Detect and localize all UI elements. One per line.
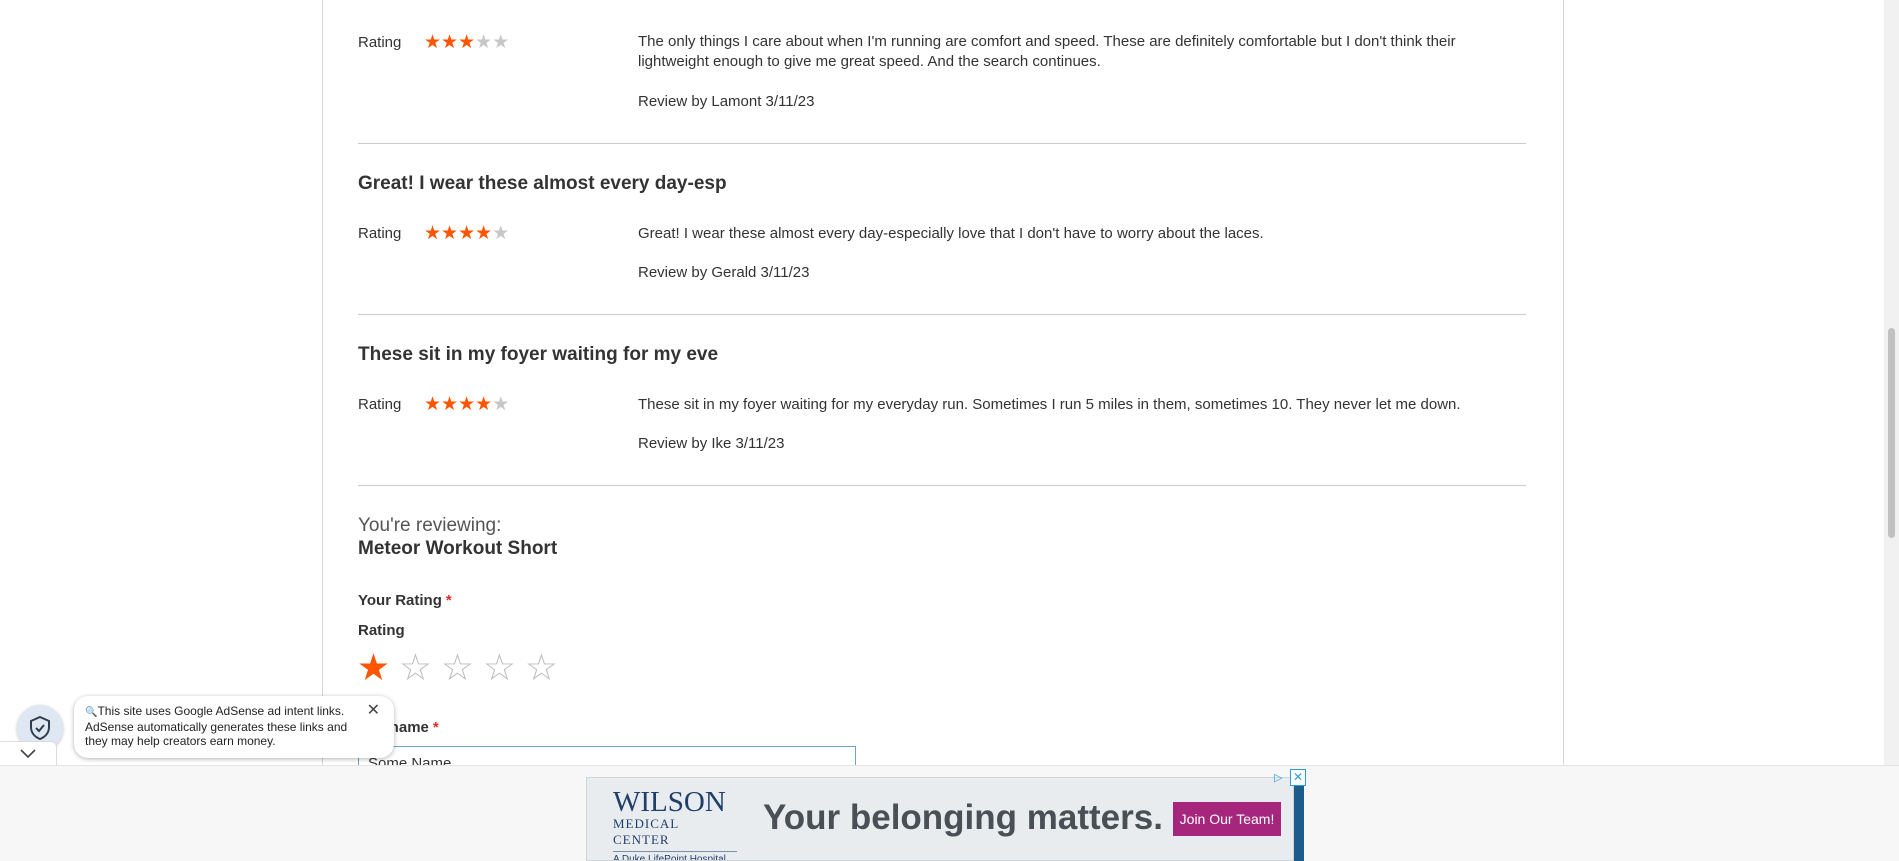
main-content-column: Rating ★★★★★ The only things I care abou… xyxy=(322,0,1564,860)
ad-banner[interactable]: WILSON MEDICAL CENTER A Duke LifePoint H… xyxy=(586,777,1294,861)
collapse-notice-button[interactable] xyxy=(0,741,57,766)
star-empty-icon: ★ xyxy=(492,394,510,415)
star-empty-icon: ★ xyxy=(492,223,510,244)
rating-label: Rating xyxy=(358,34,402,51)
review-author-date: Review by Gerald 3/11/23 xyxy=(638,264,810,281)
rating-label: Rating xyxy=(358,225,402,242)
adsense-notice: 🔍This site uses Google AdSense ad intent… xyxy=(74,696,394,758)
review-item: Rating ★★★★★ The only things I care abou… xyxy=(358,0,1526,144)
review-text: Great! I wear these almost every day-esp… xyxy=(638,225,1264,242)
star-filled-icon: ★ xyxy=(424,223,442,244)
scrollbar-thumb[interactable] xyxy=(1888,328,1895,538)
rating-label: Rating xyxy=(358,396,402,413)
star-filled-icon: ★ xyxy=(424,394,442,415)
rating-field-label: Rating xyxy=(358,622,405,639)
review-item: These sit in my foyer waiting for my eve… xyxy=(358,314,1526,486)
ad-logo-line1: WILSON xyxy=(613,786,726,818)
required-marker: * xyxy=(432,719,439,736)
star-filled-icon: ★ xyxy=(458,394,476,415)
ad-logo-line2: MEDICAL CENTER xyxy=(613,816,737,852)
reviewing-product-name: Meteor Workout Short xyxy=(358,538,558,559)
rating-star-4[interactable]: ☆ xyxy=(482,646,517,690)
star-filled-icon: ★ xyxy=(475,223,493,244)
your-rating-label: Your Rating * xyxy=(358,592,452,609)
required-marker: * xyxy=(445,592,452,609)
your-rating-text: Your Rating xyxy=(358,592,442,609)
star-filled-icon: ★ xyxy=(475,394,493,415)
review-title: These sit in my foyer waiting for my eve xyxy=(358,344,719,365)
close-icon[interactable]: ✕ xyxy=(1290,769,1306,786)
star-filled-icon: ★ xyxy=(441,223,459,244)
rating-star-1[interactable]: ★ xyxy=(356,646,391,690)
ad-logo: WILSON MEDICAL CENTER A Duke LifePoint H… xyxy=(613,786,737,860)
rating-star-selector: ★ ☆ ☆ ☆ ☆ xyxy=(356,646,559,690)
ad-side-strip xyxy=(1294,777,1304,861)
star-filled-icon: ★ xyxy=(441,394,459,415)
review-rating-stars: ★★★★★ xyxy=(424,33,509,52)
review-text: These sit in my foyer waiting for my eve… xyxy=(638,396,1461,413)
star-empty-icon: ★ xyxy=(475,32,493,53)
reviewing-label: You're reviewing: xyxy=(358,515,502,536)
review-author-date: Review by Ike 3/11/23 xyxy=(638,435,785,452)
page-scrollbar[interactable] xyxy=(1884,0,1899,765)
review-rating-stars: ★★★★★ xyxy=(424,224,509,243)
star-filled-icon: ★ xyxy=(424,32,442,53)
star-empty-icon: ★ xyxy=(492,32,510,53)
rating-star-2[interactable]: ☆ xyxy=(398,646,433,690)
rating-star-3[interactable]: ☆ xyxy=(440,646,475,690)
review-author-date: Review by Lamont 3/11/23 xyxy=(638,93,815,110)
adsense-notice-text: This site uses Google AdSense ad intent … xyxy=(85,704,348,748)
ad-cta-button[interactable]: Join Our Team! xyxy=(1173,802,1281,836)
review-title: Great! I wear these almost every day-esp xyxy=(358,173,727,194)
review-rating-stars: ★★★★★ xyxy=(424,395,509,414)
ad-headline: Your belonging matters. xyxy=(763,798,1163,837)
star-filled-icon: ★ xyxy=(458,223,476,244)
review-text: The only things I care about when I'm ru… xyxy=(638,33,1456,70)
rating-star-5[interactable]: ☆ xyxy=(524,646,559,690)
review-item: Great! I wear these almost every day-esp… xyxy=(358,143,1526,315)
chevron-down-icon xyxy=(20,749,36,759)
shield-check-icon xyxy=(30,716,50,740)
star-filled-icon: ★ xyxy=(441,32,459,53)
star-filled-icon: ★ xyxy=(458,32,476,53)
search-icon: 🔍 xyxy=(85,707,98,718)
adchoices-icon[interactable]: ▷ xyxy=(1274,771,1288,785)
close-icon[interactable]: ✕ xyxy=(367,703,380,719)
bottom-ad-bar: WILSON MEDICAL CENTER A Duke LifePoint H… xyxy=(0,765,1899,861)
